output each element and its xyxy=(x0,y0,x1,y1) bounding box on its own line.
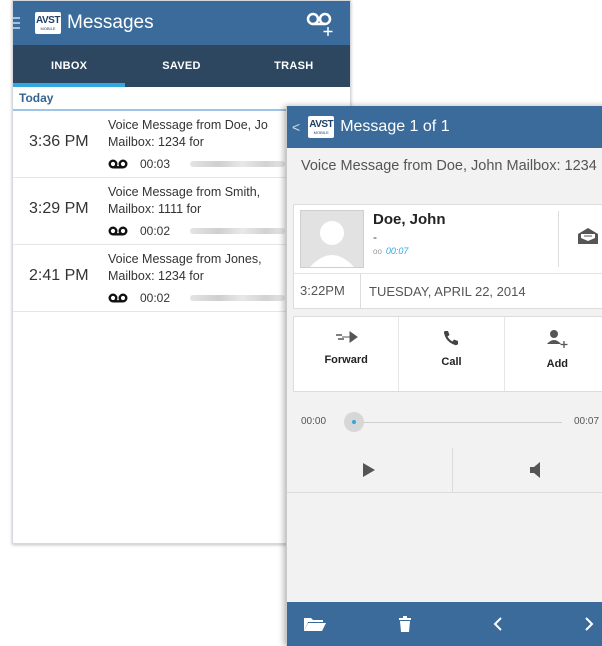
back-icon[interactable]: < xyxy=(292,119,300,135)
message-duration: 00:03 xyxy=(140,157,170,171)
message-received-time: 3:22PM xyxy=(294,274,361,308)
voicemail-mini-icon: oo xyxy=(373,247,382,256)
new-voicemail-button[interactable] xyxy=(304,9,334,37)
redacted-text xyxy=(190,228,285,234)
message-time: 3:29 PM xyxy=(29,200,89,218)
chevron-right-icon xyxy=(583,616,595,632)
message-detail-window: < AVSTMOBILE Message 1 of 1 Voice Messag… xyxy=(286,106,602,646)
contact-duration: oo 00:07 xyxy=(373,246,446,256)
message-text: Voice Message from Jones, Mailbox: 1234 … xyxy=(108,251,308,285)
tab-trash[interactable]: TRASH xyxy=(238,45,350,87)
detail-app-bar: < AVSTMOBILE Message 1 of 1 xyxy=(287,106,602,148)
contact-info: Doe, John - oo 00:07 xyxy=(373,205,446,273)
call-label: Call xyxy=(441,356,461,368)
redacted-text xyxy=(190,161,285,167)
chevron-left-icon xyxy=(492,616,504,632)
message-line2: Mailbox: 1234 for xyxy=(108,134,308,151)
forward-icon xyxy=(334,329,358,345)
mark-read-button[interactable] xyxy=(577,227,599,250)
speaker-icon xyxy=(529,461,541,479)
contact-row[interactable]: Doe, John - oo 00:07 xyxy=(294,205,602,274)
trash-icon xyxy=(398,616,412,632)
message-received-date: TUESDAY, APRIL 22, 2014 xyxy=(361,284,526,299)
contact-duration-value: 00:07 xyxy=(386,246,409,256)
mailbox-tabs: INBOX SAVED TRASH xyxy=(13,45,350,87)
redacted-text xyxy=(190,295,285,301)
play-button[interactable] xyxy=(287,448,452,492)
message-meta: 00:03 xyxy=(108,157,285,171)
contact-card: Doe, John - oo 00:07 3:22PM TUESDAY, APR… xyxy=(293,204,602,309)
phone-icon xyxy=(442,329,460,347)
date-row: 3:22PM TUESDAY, APRIL 22, 2014 xyxy=(294,274,602,308)
player-controls xyxy=(287,448,602,493)
play-icon xyxy=(362,462,376,478)
message-text: Voice Message from Smith, Mailbox: 1111 … xyxy=(108,184,308,218)
playback-end-time: 00:07 xyxy=(574,416,599,427)
message-duration: 00:02 xyxy=(140,291,170,305)
tab-inbox[interactable]: INBOX xyxy=(13,45,125,87)
message-line2: Mailbox: 1234 for xyxy=(108,268,308,285)
playback-start-time: 00:00 xyxy=(301,416,326,427)
forward-button[interactable]: Forward xyxy=(294,317,399,391)
voicemail-icon xyxy=(108,226,128,236)
add-label: Add xyxy=(547,358,568,370)
forward-label: Forward xyxy=(324,354,367,366)
call-button[interactable]: Call xyxy=(399,317,504,391)
messages-app-bar: AVSTMOBILE Messages xyxy=(13,1,350,45)
default-avatar-icon xyxy=(301,211,363,267)
message-line1: Voice Message from Smith, xyxy=(108,184,308,201)
playback-track[interactable] xyxy=(357,422,562,423)
folder-icon xyxy=(303,616,327,632)
tab-inbox-label: INBOX xyxy=(51,60,87,72)
add-contact-button[interactable]: Add xyxy=(505,317,602,391)
message-meta: 00:02 xyxy=(108,291,285,305)
contact-name: Doe, John xyxy=(373,211,446,228)
bottom-toolbar xyxy=(287,602,602,646)
voicemail-icon xyxy=(108,293,128,303)
message-line2: Mailbox: 1111 for xyxy=(108,201,308,218)
speaker-button[interactable] xyxy=(452,448,602,492)
message-subject: Voice Message from Doe, John Mailbox: 12… xyxy=(287,148,602,204)
tab-saved-label: SAVED xyxy=(162,60,201,72)
message-time: 2:41 PM xyxy=(29,267,89,285)
tab-saved[interactable]: SAVED xyxy=(125,45,237,87)
previous-message-button[interactable] xyxy=(492,616,504,637)
message-line1: Voice Message from Jones, xyxy=(108,251,308,268)
avatar xyxy=(300,210,364,268)
action-bar: Forward Call Add xyxy=(293,316,602,392)
app-title: Messages xyxy=(67,12,154,34)
message-time: 3:36 PM xyxy=(29,133,89,151)
delete-button[interactable] xyxy=(398,616,412,637)
next-message-button[interactable] xyxy=(583,616,595,637)
message-text: Voice Message from Doe, Jo Mailbox: 1234… xyxy=(108,117,308,151)
contact-number: - xyxy=(373,230,446,244)
voicemail-plus-icon xyxy=(304,9,334,37)
message-meta: 00:02 xyxy=(108,224,285,238)
audio-player: 00:00 00:07 xyxy=(287,402,602,448)
message-line1: Voice Message from Doe, Jo xyxy=(108,117,308,134)
divider xyxy=(558,211,559,267)
tab-trash-label: TRASH xyxy=(274,60,313,72)
message-duration: 00:02 xyxy=(140,224,170,238)
voicemail-icon xyxy=(108,159,128,169)
detail-title: Message 1 of 1 xyxy=(340,118,449,136)
add-contact-icon xyxy=(545,329,569,349)
avst-logo: AVSTMOBILE xyxy=(308,116,334,138)
save-to-folder-button[interactable] xyxy=(303,616,327,637)
avst-logo: AVSTMOBILE xyxy=(35,12,61,34)
envelope-open-icon xyxy=(577,227,599,245)
menu-icon[interactable] xyxy=(13,17,21,29)
playback-slider-knob[interactable] xyxy=(344,412,364,432)
